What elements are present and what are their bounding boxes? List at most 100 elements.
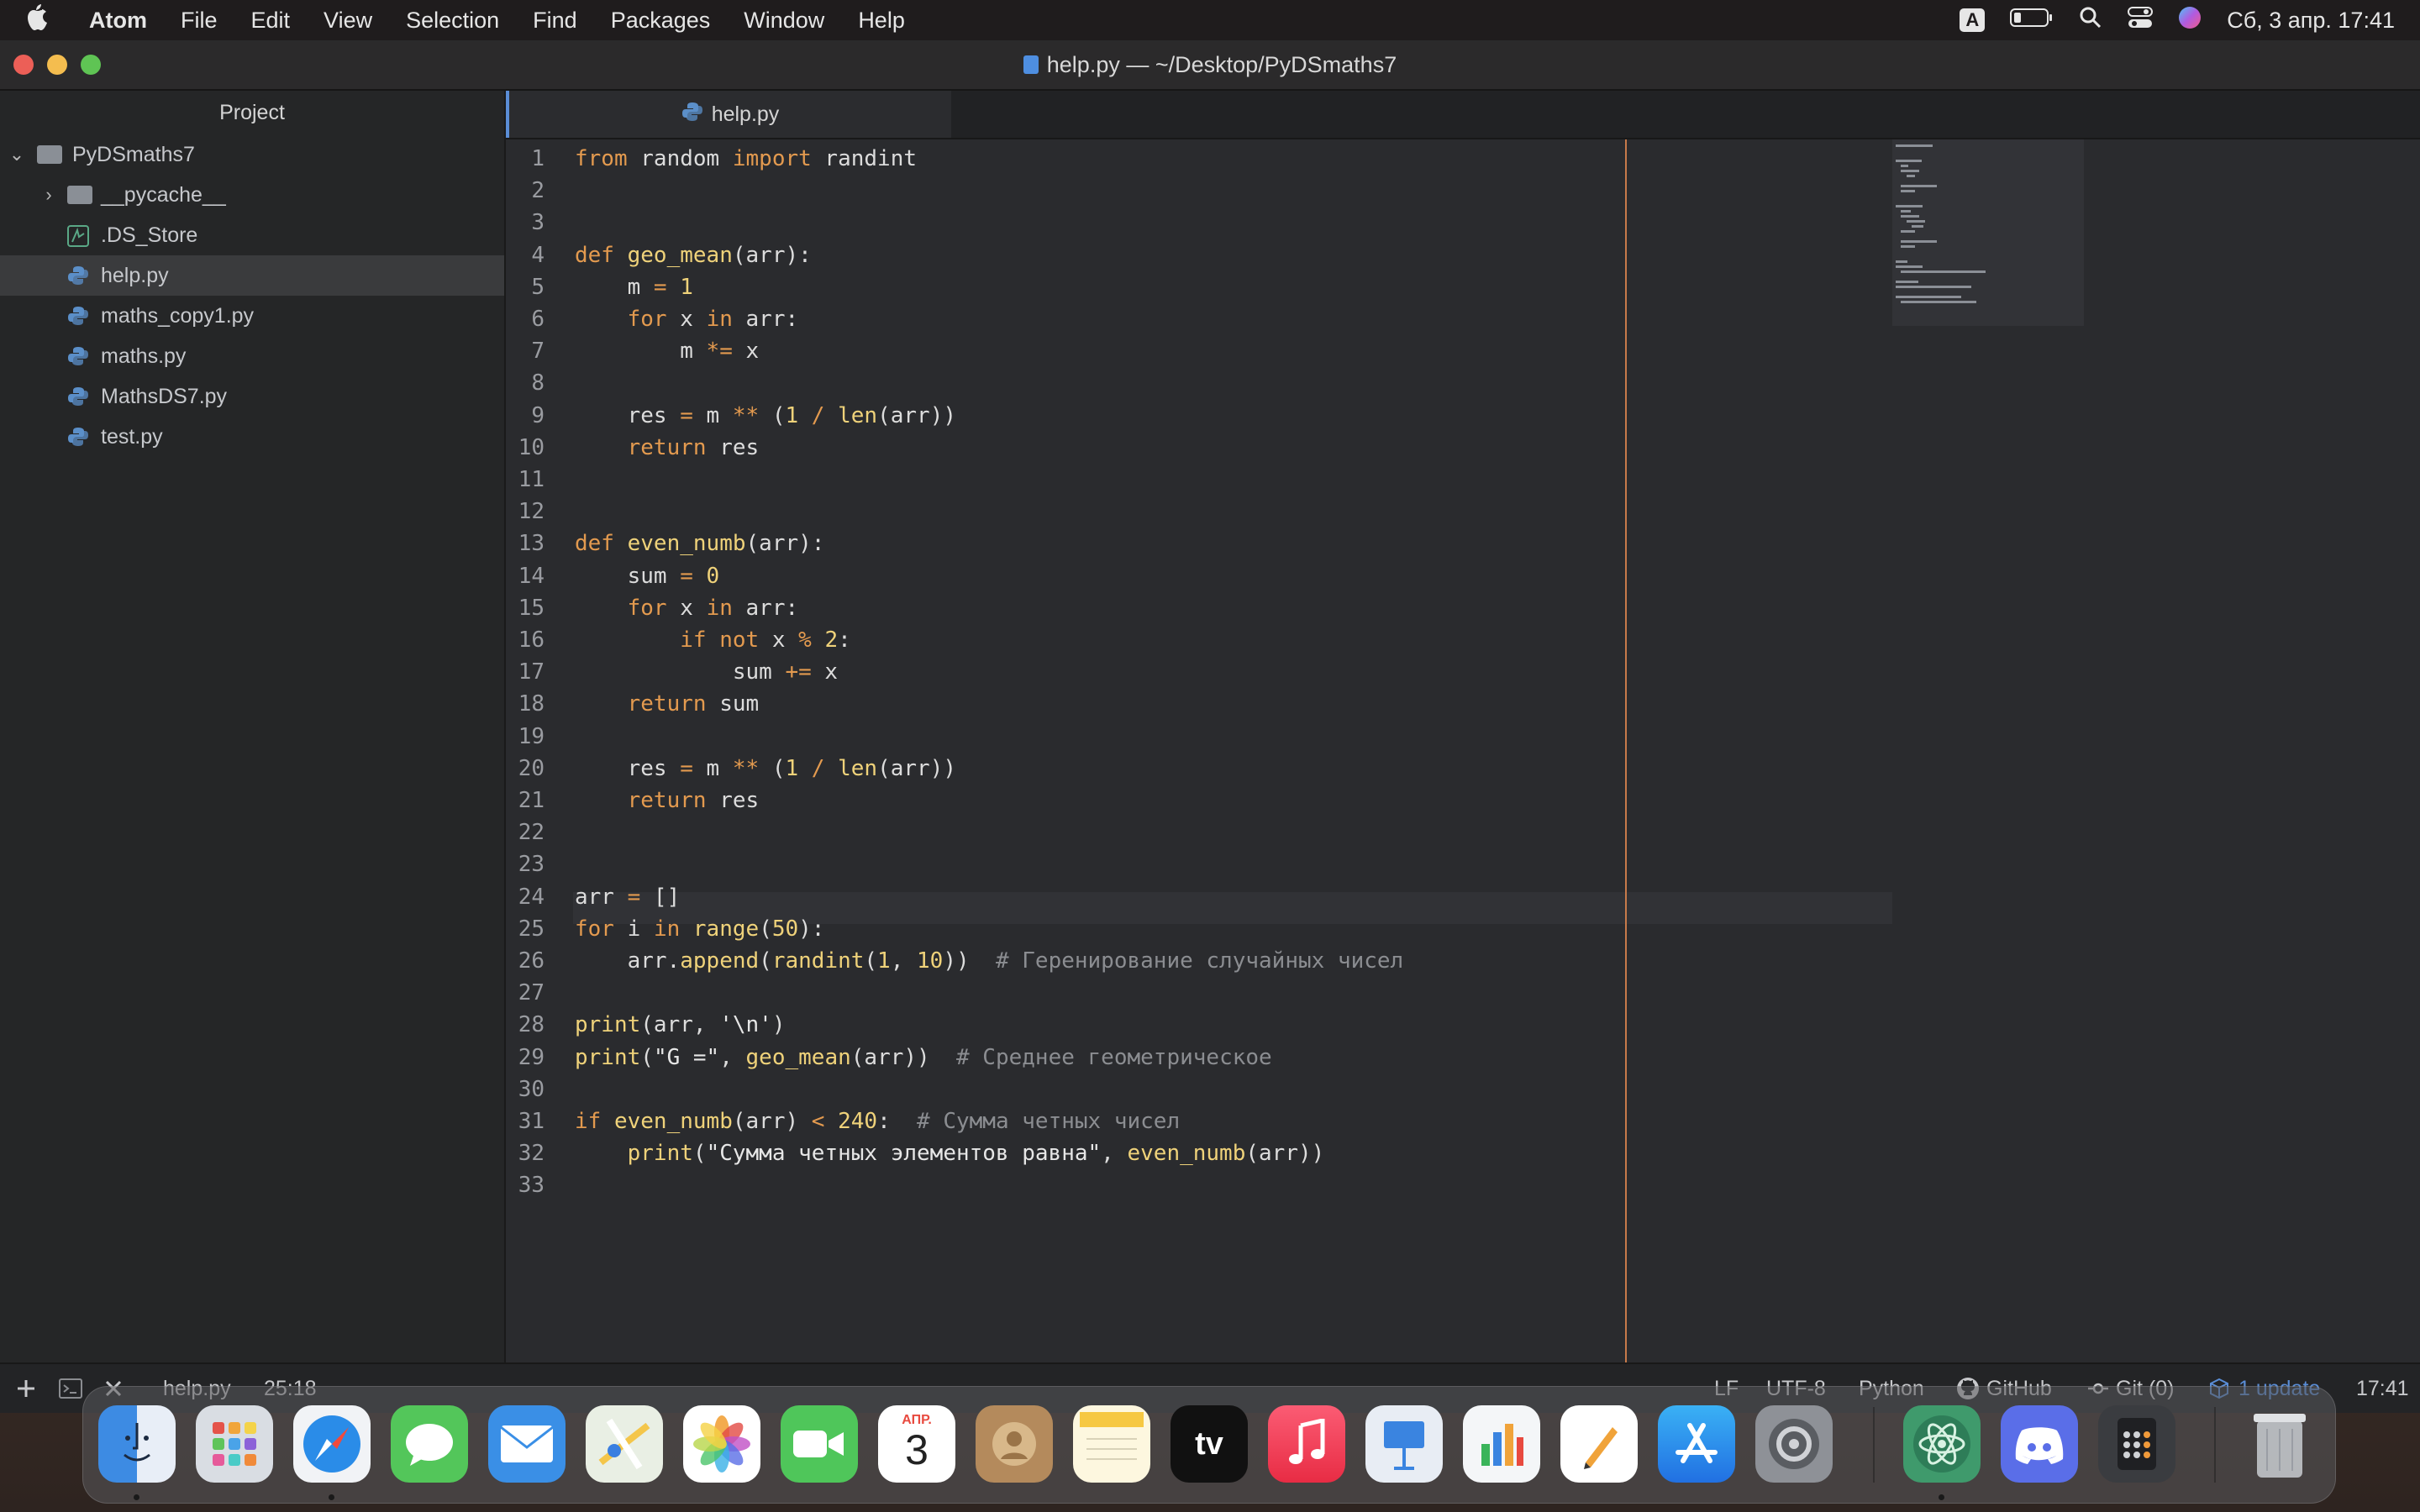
code-editor[interactable]: 1 2 3 4 5 6 7 8 9 10 11 12 13 14 15 16 17 18 19 20 21 22 23 24 2… <box>506 139 2420 1362</box>
menu-find[interactable]: Find <box>533 8 577 34</box>
tree-item-mathsds7-py[interactable]: MathsDS7.py <box>0 376 504 417</box>
dock-safari-icon[interactable] <box>293 1405 371 1483</box>
minimap-line <box>1896 205 1923 207</box>
line-number: 17 <box>518 659 544 685</box>
minimap-line <box>1906 175 1915 177</box>
spotlight-search-icon[interactable] <box>2079 6 2102 35</box>
dock-music-icon[interactable] <box>1268 1405 1345 1483</box>
tree-item-maths-py[interactable]: maths.py <box>0 336 504 376</box>
menu-help[interactable]: Help <box>858 8 905 34</box>
dock-finder-icon[interactable] <box>98 1405 176 1483</box>
line-number: 4 <box>531 242 544 268</box>
menu-window[interactable]: Window <box>744 8 824 34</box>
minimap-line <box>1906 220 1925 223</box>
dock-numbers-icon[interactable] <box>1463 1405 1540 1483</box>
input-source-icon[interactable]: A <box>1960 8 1986 32</box>
code-line[interactable]: if even_numb(arr) < 240: # Сумма четных … <box>575 1105 1180 1137</box>
menu-view[interactable]: View <box>324 8 372 34</box>
tree-item-label: help.py <box>101 263 169 287</box>
code-line[interactable]: m *= x <box>575 335 759 367</box>
dock: АПР. 3 tv <box>82 1386 2336 1504</box>
dock-facetime-icon[interactable] <box>781 1405 858 1483</box>
dock-app-store-icon[interactable] <box>1658 1405 1735 1483</box>
code-line[interactable]: for x in arr: <box>575 592 799 624</box>
menu-packages[interactable]: Packages <box>611 8 711 34</box>
code-line[interactable]: res = m ** (1 / len(arr)) <box>575 400 956 432</box>
python-file-icon <box>681 101 703 129</box>
tree-item-ds-store[interactable]: .DS_Store <box>0 215 504 255</box>
minimap[interactable] <box>1892 139 2084 326</box>
minimap-line <box>1901 245 1916 248</box>
tree-item-pycache[interactable]: › __pycache__ <box>0 175 504 215</box>
line-number: 11 <box>518 467 544 492</box>
line-number: 6 <box>531 307 544 332</box>
dock-calendar-icon[interactable]: АПР. 3 <box>878 1405 955 1483</box>
tree-root-folder[interactable]: ⌄ PyDSmaths7 <box>0 134 504 175</box>
code-line[interactable]: print("G =", geo_mean(arr)) # Среднее ге… <box>575 1042 1272 1074</box>
code-line[interactable]: print("Сумма четных элементов равна", ev… <box>575 1137 1325 1169</box>
code-line[interactable]: for x in arr: <box>575 303 799 335</box>
menu-file[interactable]: File <box>181 8 218 34</box>
tree-item-test-py[interactable]: test.py <box>0 417 504 457</box>
menu-edit[interactable]: Edit <box>251 8 291 34</box>
dock-discord-icon[interactable] <box>2001 1405 2078 1483</box>
line-number: 28 <box>518 1012 544 1038</box>
dock-launchpad-icon[interactable] <box>196 1405 273 1483</box>
dock-contacts-icon[interactable] <box>976 1405 1053 1483</box>
code-line[interactable]: sum += x <box>575 656 838 688</box>
battery-icon[interactable] <box>2010 7 2054 34</box>
dock-trash-icon[interactable] <box>2241 1405 2318 1483</box>
terminal-icon[interactable] <box>59 1364 82 1413</box>
dock-photos-icon[interactable] <box>683 1405 760 1483</box>
dock-calculator-icon[interactable] <box>2098 1405 2175 1483</box>
finder-file-icon <box>67 225 89 247</box>
dock-notes-icon[interactable] <box>1073 1405 1150 1483</box>
code-line[interactable]: def even_numb(arr): <box>575 528 824 559</box>
code-line[interactable]: return sum <box>575 688 760 720</box>
line-number: 3 <box>531 210 544 236</box>
menu-selection[interactable]: Selection <box>406 8 499 34</box>
apple-menu-icon[interactable] <box>25 3 72 38</box>
dock-system-preferences-icon[interactable] <box>1755 1405 1833 1483</box>
menu-app-atom[interactable]: Atom <box>89 8 147 34</box>
dock-pages-icon[interactable] <box>1560 1405 1638 1483</box>
code-line[interactable]: arr = [] <box>575 881 680 913</box>
dock-atom-icon[interactable] <box>1903 1405 1981 1483</box>
code-line[interactable]: from random import randint <box>575 143 917 175</box>
tree-item-label: maths_copy1.py <box>101 303 255 328</box>
clock-datetime[interactable]: Сб, 3 апр. 17:41 <box>2227 8 2395 34</box>
dock-messages-icon[interactable] <box>391 1405 468 1483</box>
wrap-guide <box>1625 139 1627 1362</box>
line-number: 26 <box>518 948 544 974</box>
tree-item-label: test.py <box>101 424 163 449</box>
code-line[interactable]: arr.append(randint(1, 10)) # Геренирован… <box>575 945 1404 977</box>
tree-item-maths-copy1-py[interactable]: maths_copy1.py <box>0 296 504 336</box>
dock-maps-icon[interactable] <box>586 1405 663 1483</box>
dock-tv-icon[interactable]: tv <box>1171 1405 1248 1483</box>
line-number: 33 <box>518 1173 544 1199</box>
tab-help-py[interactable]: help.py <box>506 91 951 138</box>
minimap-line <box>1896 160 1922 162</box>
line-number: 25 <box>518 916 544 942</box>
code-line[interactable]: for i in range(50): <box>575 913 824 945</box>
folder-icon <box>67 186 92 204</box>
tree-item-help-py[interactable]: help.py <box>0 255 504 296</box>
add-tab-plus-icon[interactable] <box>15 1364 37 1413</box>
dock-mail-icon[interactable] <box>488 1405 566 1483</box>
code-line[interactable]: return res <box>575 432 760 464</box>
code-line[interactable]: def geo_mean(arr): <box>575 239 812 271</box>
minimap-line <box>1896 281 1919 283</box>
code-line[interactable]: print(arr, '\n') <box>575 1009 785 1041</box>
dock-keynote-icon[interactable] <box>1365 1405 1443 1483</box>
control-center-icon[interactable] <box>2128 6 2154 35</box>
minimap-line <box>1901 215 1920 218</box>
tree-root-label: PyDSmaths7 <box>72 142 195 166</box>
code-line[interactable]: sum = 0 <box>575 560 720 592</box>
code-line[interactable]: if not x % 2: <box>575 624 851 656</box>
siri-icon[interactable] <box>2178 6 2202 35</box>
code-line[interactable]: m = 1 <box>575 271 693 303</box>
code-line[interactable]: res = m ** (1 / len(arr)) <box>575 753 956 785</box>
code-line[interactable]: return res <box>575 785 760 816</box>
minimap-line <box>1901 230 1916 233</box>
line-number: 8 <box>531 370 544 396</box>
